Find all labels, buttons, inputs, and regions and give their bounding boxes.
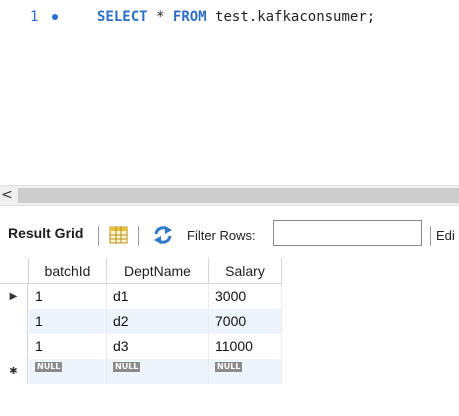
edit-label[interactable]: Edi: [436, 228, 455, 243]
cell-salary[interactable]: 11000: [209, 334, 282, 359]
sql-star: *: [156, 9, 165, 25]
cell-deptname-null[interactable]: NULL: [107, 359, 209, 384]
column-header-deptname[interactable]: DeptName: [107, 258, 209, 284]
header-corner[interactable]: [0, 258, 29, 284]
column-header-batchid[interactable]: batchId: [29, 258, 107, 284]
table-row[interactable]: 1 d2 7000: [0, 309, 282, 334]
refresh-icon[interactable]: [152, 225, 174, 245]
scroll-thumb[interactable]: [18, 188, 459, 203]
row-gutter[interactable]: [0, 309, 28, 334]
table-row[interactable]: 1 d3 11000: [0, 334, 282, 359]
table-row[interactable]: ▶ 1 d1 3000: [0, 284, 282, 309]
result-toolbar: Result Grid Filter Rows: Edi: [0, 212, 459, 258]
sql-keyword-from: FROM: [172, 9, 207, 25]
cell-salary[interactable]: 7000: [209, 309, 282, 334]
cell-batchid[interactable]: 1: [29, 309, 107, 334]
new-row[interactable]: ✱ NULL NULL NULL: [0, 359, 282, 384]
code-line[interactable]: 1 SELECT * FROM test.kafkaconsumer;: [0, 7, 459, 27]
sql-statement[interactable]: SELECT * FROM test.kafkaconsumer;: [97, 7, 375, 27]
row-gutter[interactable]: [0, 334, 28, 359]
null-badge: NULL: [113, 362, 141, 372]
cell-batchid[interactable]: 1: [29, 284, 107, 309]
toolbar-divider: [98, 226, 99, 246]
cell-salary-null[interactable]: NULL: [209, 359, 282, 384]
column-header-salary[interactable]: Salary: [209, 258, 282, 284]
filter-rows-input[interactable]: [273, 220, 422, 246]
cell-deptname[interactable]: d3: [107, 334, 209, 359]
cell-batchid[interactable]: 1: [29, 334, 107, 359]
current-row-indicator-icon[interactable]: ▶: [0, 284, 28, 309]
filter-rows-label: Filter Rows:: [187, 228, 256, 243]
cell-deptname[interactable]: d2: [107, 309, 209, 334]
null-badge: NULL: [35, 362, 63, 372]
null-badge: NULL: [215, 362, 243, 372]
grid-header: batchId DeptName Salary: [0, 258, 282, 284]
toolbar-divider: [138, 226, 139, 246]
cell-salary[interactable]: 3000: [209, 284, 282, 309]
cell-batchid-null[interactable]: NULL: [29, 359, 107, 384]
toolbar-divider: [430, 226, 431, 246]
sql-editor[interactable]: 1 SELECT * FROM test.kafkaconsumer;: [0, 0, 459, 150]
statement-marker-icon: [52, 14, 58, 20]
new-row-asterisk-icon[interactable]: ✱: [0, 359, 28, 384]
scroll-left-arrow-icon[interactable]: <: [0, 186, 14, 205]
line-number: 1: [30, 9, 39, 25]
sql-table-name: test.kafkaconsumer;: [215, 9, 376, 25]
cell-deptname[interactable]: d1: [107, 284, 209, 309]
horizontal-scrollbar[interactable]: <: [0, 185, 459, 206]
result-grid-tab[interactable]: Result Grid: [8, 225, 83, 241]
sql-keyword-select: SELECT: [97, 9, 148, 25]
grid-layout-icon[interactable]: [109, 226, 128, 244]
